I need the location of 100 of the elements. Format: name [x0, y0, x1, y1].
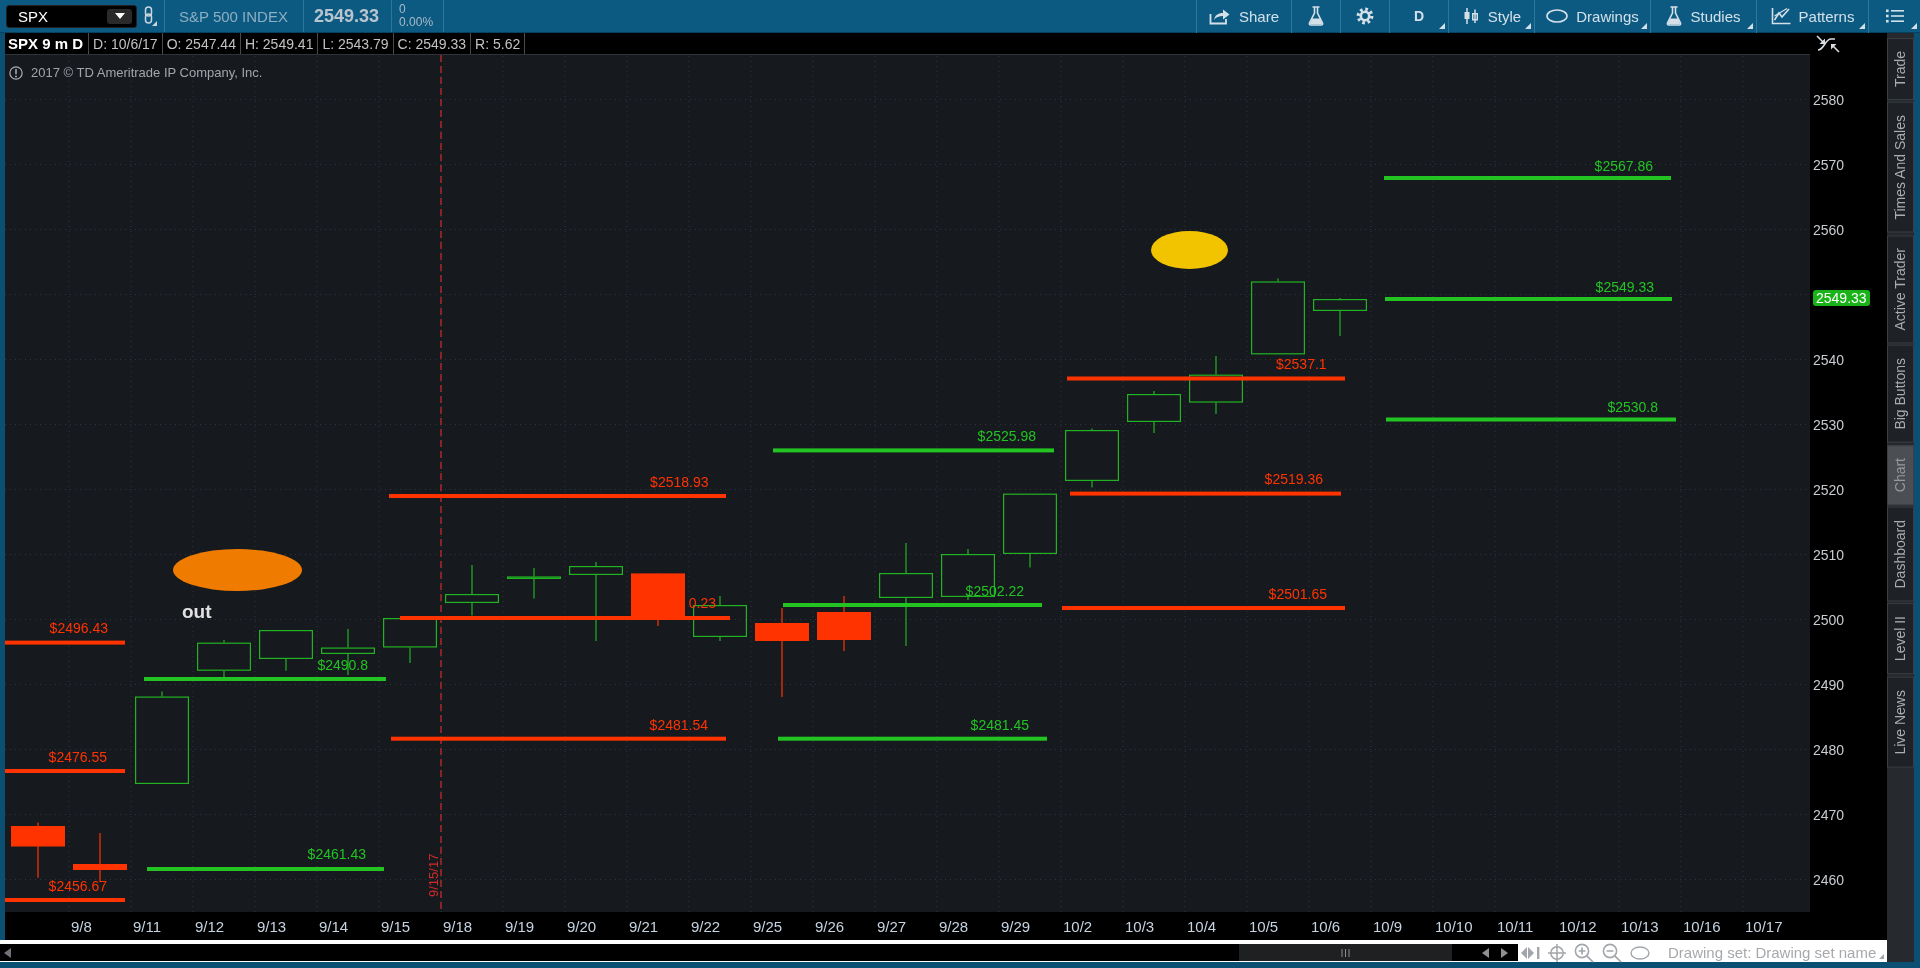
price-level-label: $2476.55: [48, 748, 107, 765]
quote-value: C: 2549.33: [393, 33, 472, 54]
side-tab[interactable]: Live News: [1887, 676, 1914, 768]
caret-icon: [114, 13, 125, 19]
filled-candle: [817, 595, 871, 652]
quote-value: D: 10/6/17: [89, 33, 163, 54]
price-axis-label: 2570: [1813, 156, 1845, 173]
date-axis-label: 10/5: [1248, 917, 1280, 935]
side-tab[interactable]: Big Buttons: [1887, 345, 1914, 443]
date-axis-label: 9/20: [566, 917, 598, 935]
chart-title: SPX 9 m D: [5, 33, 90, 54]
share-button[interactable]: Share: [1196, 0, 1291, 33]
date-axis-label: 10/12: [1558, 917, 1598, 935]
quote-value: H: 2549.41: [240, 33, 319, 54]
side-tab[interactable]: Trade: [1887, 38, 1914, 101]
current-price-badge: 2549.33: [1813, 290, 1870, 306]
net-change: 0: [399, 3, 407, 16]
price-level-label: $2456.67: [48, 877, 107, 894]
date-axis-label: 10/9: [1372, 917, 1404, 935]
scroll-left-icon[interactable]: [1482, 947, 1489, 958]
hollow-candle: [1313, 297, 1367, 337]
studies-button[interactable]: Studies: [1650, 0, 1756, 33]
date-axis-label: 9/22: [690, 917, 722, 935]
date-axis-label: 9/15: [380, 917, 412, 935]
date-axis-label: 9/21: [628, 917, 660, 935]
dropdown-button[interactable]: [107, 8, 132, 24]
date-axis-label: 10/4: [1186, 917, 1218, 935]
hollow-candle: [1189, 355, 1243, 415]
menu-button[interactable]: [1868, 0, 1920, 33]
hollow-candle: [507, 567, 561, 600]
price-axis-label: 2530: [1813, 416, 1845, 433]
zoom-out-icon[interactable]: [1602, 942, 1622, 963]
price-axis-label: 2520: [1813, 481, 1845, 498]
date-axis-label: 9/26: [814, 917, 846, 935]
hollow-candle: [1065, 427, 1119, 489]
price-level-label: $2501.65: [1268, 586, 1327, 602]
zigzag-chart-icon: [1770, 7, 1791, 25]
price-axis-label: 2500: [1813, 611, 1845, 628]
price-axis-label: 2490: [1813, 676, 1845, 693]
price-level-label: $2481.45: [970, 717, 1029, 733]
scroll-right-icon[interactable]: [1501, 947, 1508, 958]
drawings-button[interactable]: Drawings: [1534, 0, 1650, 33]
symbol-field[interactable]: SPX: [6, 4, 137, 28]
instrument-description: S&P 500 INDEX: [179, 7, 288, 25]
date-axis-label: 9/18: [442, 917, 474, 935]
side-tab[interactable]: Active Trader: [1887, 234, 1914, 344]
price-axis-label: 2560: [1813, 221, 1845, 238]
date-axis-label: 10/3: [1124, 917, 1156, 935]
price-axis-label: 2510: [1813, 546, 1845, 563]
quote-value: L: 2543.79: [318, 33, 394, 54]
date-axis-label: 10/2: [1062, 917, 1094, 935]
percent-change: 0.00%: [399, 16, 434, 29]
quote-value: R: 5.62: [471, 33, 526, 54]
price-level-label: $2481.54: [649, 716, 708, 733]
alert-icon: [9, 65, 23, 80]
grip-icon: [1341, 948, 1350, 957]
scrollbar-track[interactable]: [0, 944, 1518, 961]
flask-icon: [1308, 6, 1324, 26]
date-axis-label: 10/16: [1682, 917, 1722, 935]
filled-candle: [631, 572, 685, 627]
date-marker-label: 9/15/17: [426, 853, 441, 897]
date-axis-label: 9/13: [256, 917, 288, 935]
date-axis-label: 9/28: [938, 917, 970, 935]
price-axis-label: 2540: [1813, 351, 1845, 368]
annotation-text: out: [182, 601, 212, 622]
curve-arrows-icon[interactable]: [1815, 34, 1841, 54]
price-level-label: $2496.43: [49, 620, 108, 636]
price-level-label: $2518.93: [650, 473, 709, 490]
last-price: 2549.33: [313, 5, 380, 27]
date-axis-label: 10/13: [1620, 917, 1660, 935]
date-axis-label: 9/14: [318, 917, 350, 935]
side-tab[interactable]: Times And Sales: [1887, 102, 1914, 233]
side-tab[interactable]: Level II: [1887, 603, 1914, 675]
share-icon: [1209, 7, 1231, 25]
side-tab[interactable]: Dashboard: [1887, 506, 1914, 602]
price-level-label: $2490.8: [317, 656, 368, 673]
drawing-set-label: Drawing set:: [1668, 944, 1752, 961]
link-icon[interactable]: [143, 6, 157, 26]
date-axis-label: 9/19: [504, 917, 536, 935]
aggregation-button[interactable]: D: [1389, 0, 1448, 33]
flask-icon: [1666, 6, 1683, 26]
ellipse-icon: [1546, 9, 1569, 23]
filled-candle: [11, 822, 65, 879]
price-axis-label: 2460: [1813, 871, 1845, 888]
price-level-label: $2549.33: [1595, 279, 1654, 295]
copyright-text: 2017 © TD Ameritrade IP Company, Inc.: [31, 65, 263, 80]
menu-icon: [1885, 9, 1904, 23]
date-axis-label: 9/25: [752, 917, 784, 935]
resize-grip-icon[interactable]: [1879, 954, 1884, 959]
date-axis-label: 10/17: [1744, 917, 1784, 935]
price-axis-label: 2470: [1813, 806, 1845, 823]
zoom-in-icon[interactable]: [1574, 942, 1594, 963]
scroll-left-icon[interactable]: [4, 947, 11, 958]
date-axis-label: 10/6: [1310, 917, 1342, 935]
style-button[interactable]: Style: [1448, 0, 1534, 33]
price-axis-label: 2480: [1813, 741, 1845, 758]
scrollbar-thumb[interactable]: [1239, 944, 1452, 961]
price-level-label: $2530.8: [1607, 398, 1658, 415]
settings-icon: [1356, 7, 1374, 25]
patterns-button[interactable]: Patterns: [1756, 0, 1868, 33]
